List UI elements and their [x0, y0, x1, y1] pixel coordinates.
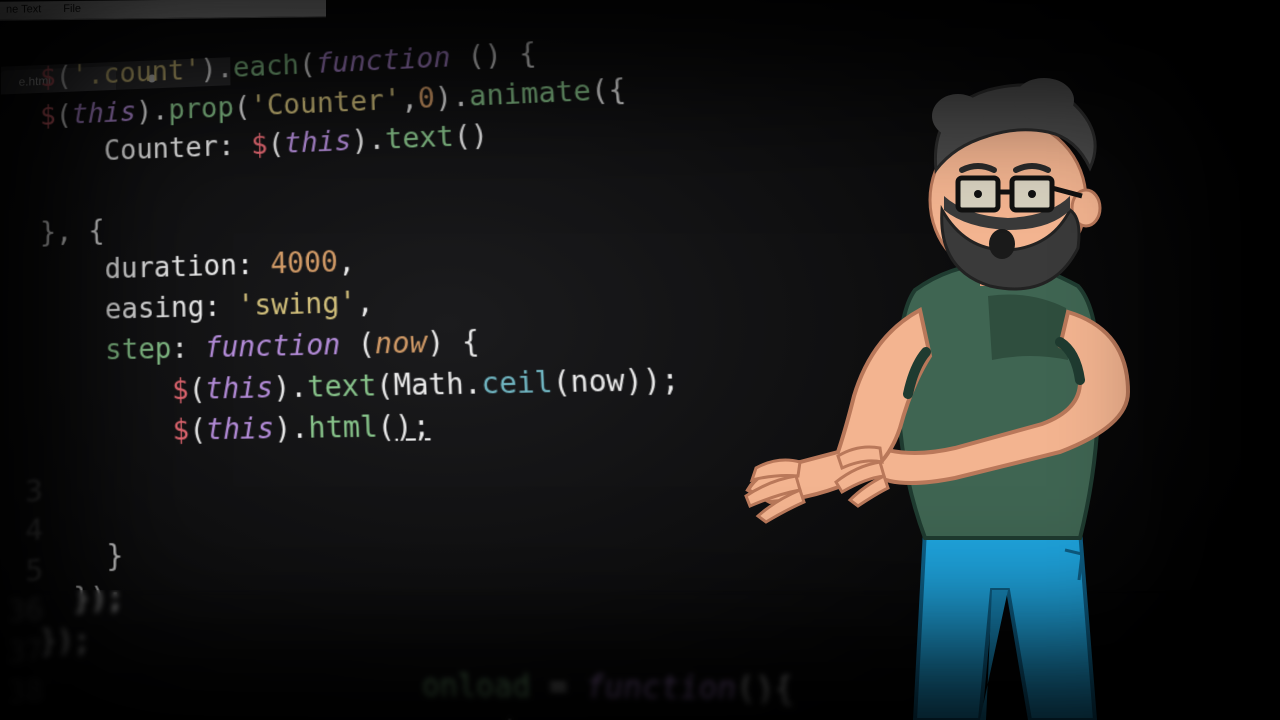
code-token: $: [40, 62, 56, 93]
menubar-app-name: ne Text: [6, 1, 41, 19]
app-menubar: ne Text File: [0, 0, 326, 21]
gutter-line: 5: [0, 550, 43, 593]
menubar-file: File: [63, 1, 81, 19]
scene: ne Text File e.html $('.count').each(fun…: [0, 0, 1280, 720]
mouth-icon: [989, 229, 1015, 259]
pants-shape: [915, 530, 1095, 720]
gutter-line: 4: [0, 511, 43, 553]
gutter-line: 3: [0, 471, 43, 513]
hand-left: [746, 460, 804, 522]
hand-right: [836, 447, 888, 506]
presenter-illustration: [730, 60, 1170, 720]
